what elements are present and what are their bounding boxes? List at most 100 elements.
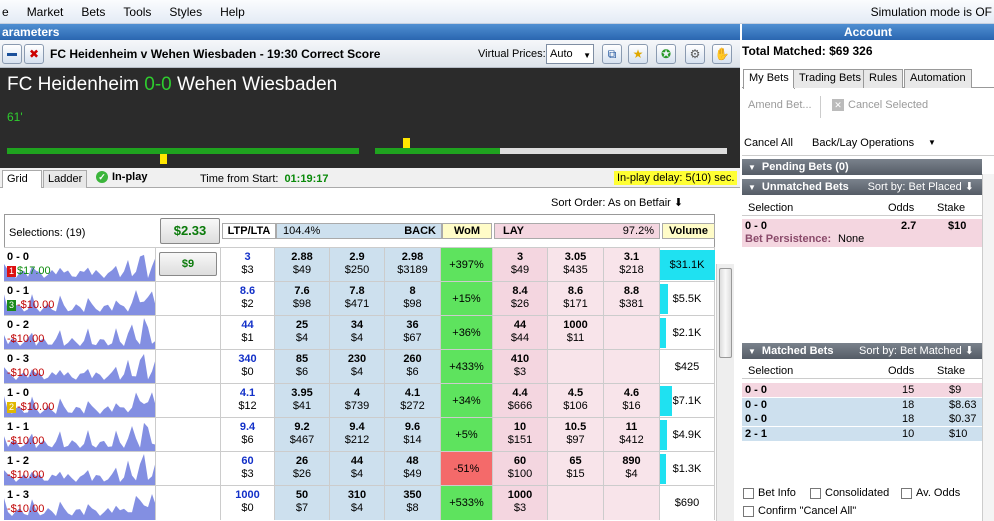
- lay-price-cell[interactable]: 65 $15: [548, 452, 604, 486]
- back-price-cell[interactable]: 8 $98: [385, 282, 441, 316]
- tab-rules[interactable]: Rules: [863, 69, 904, 88]
- selection-name-cell[interactable]: 1 - 2 -$10.00: [4, 452, 156, 486]
- back-price-cell[interactable]: 4.1 $272: [385, 384, 441, 418]
- star-icon[interactable]: ★: [628, 44, 648, 64]
- ltp-cell[interactable]: 8.6 $2: [221, 282, 275, 316]
- back-price-cell[interactable]: 50 $7: [275, 486, 330, 520]
- selection-row[interactable]: 1 - 2 -$10.00 60 $3 26 $26 44 $4 48 $49 -51% 60 $10…: [4, 451, 715, 486]
- ltp-cell[interactable]: 44 $1: [221, 316, 275, 350]
- stake-preset-button[interactable]: $2.33: [160, 218, 220, 244]
- grid-scrollbar-thumb[interactable]: [719, 268, 732, 358]
- amend-bet-button[interactable]: Amend Bet...: [748, 99, 812, 111]
- lay-price-cell[interactable]: 1000 $11: [548, 316, 604, 350]
- selection-name-cell[interactable]: 0 - 1 3 -$10.00: [4, 282, 156, 316]
- lay-price-cell[interactable]: 4.4 $666: [493, 384, 548, 418]
- market-chart-icon[interactable]: ✖: [24, 43, 44, 64]
- bets-scrollbar[interactable]: [982, 174, 994, 521]
- collapse-icon[interactable]: ▬: [2, 43, 22, 64]
- back-price-cell[interactable]: 310 $4: [330, 486, 385, 520]
- back-price-cell[interactable]: 7.6 $98: [275, 282, 330, 316]
- lay-price-cell[interactable]: 410 $3: [493, 350, 548, 384]
- matched-bet-row[interactable]: 0 - 0 18 $0.37: [742, 412, 982, 426]
- unmatched-sort[interactable]: Sort by: Bet Placed ⬇: [868, 179, 974, 195]
- lay-price-cell[interactable]: 1000 $3: [493, 486, 548, 520]
- lay-price-cell[interactable]: [548, 350, 604, 384]
- confirm-cancel-all-checkbox[interactable]: Confirm "Cancel All": [743, 505, 856, 517]
- lay-price-cell[interactable]: 890 $4: [604, 452, 660, 486]
- lay-price-cell[interactable]: 4.5 $106: [548, 384, 604, 418]
- ltp-cell[interactable]: 340 $0: [221, 350, 275, 384]
- menu-styles[interactable]: Styles: [160, 5, 211, 19]
- back-price-cell[interactable]: 26 $26: [275, 452, 330, 486]
- lay-price-cell[interactable]: 3.1 $218: [604, 248, 660, 282]
- back-price-cell[interactable]: 7.8 $471: [330, 282, 385, 316]
- ltp-cell[interactable]: 4.1 $12: [221, 384, 275, 418]
- matched-bets-header[interactable]: ▼ Matched Bets Sort by: Bet Matched ⬇: [742, 343, 982, 359]
- back-price-cell[interactable]: 230 $4: [330, 350, 385, 384]
- unmatched-bet-row[interactable]: 0 - 0 2.7 $10 Bet Persistence: None: [742, 219, 982, 247]
- virtual-prices-select[interactable]: Auto ▼: [546, 44, 594, 64]
- back-price-cell[interactable]: 350 $8: [385, 486, 441, 520]
- back-price-cell[interactable]: 44 $4: [330, 452, 385, 486]
- menu-bets[interactable]: Bets: [72, 5, 114, 19]
- sort-order-selector[interactable]: Sort Order: As on Betfair ⬇: [551, 196, 683, 209]
- back-price-cell[interactable]: 3.95 $41: [275, 384, 330, 418]
- cancel-all-button[interactable]: Cancel All: [744, 137, 793, 149]
- back-lay-operations-button[interactable]: Back/Lay Operations: [812, 137, 914, 149]
- back-price-cell[interactable]: 25 $4: [275, 316, 330, 350]
- matched-bet-row[interactable]: 0 - 0 18 $8.63: [742, 397, 982, 412]
- consolidated-checkbox[interactable]: Consolidated: [810, 487, 889, 499]
- back-price-cell[interactable]: 2.9 $250: [330, 248, 385, 282]
- lay-price-cell[interactable]: [604, 350, 660, 384]
- ltp-cell[interactable]: 9.4 $6: [221, 418, 275, 452]
- selection-row[interactable]: 1 - 1 -$10.00 9.4 $6 9.2 $467 9.4 $212 9.6 $14 +5…: [4, 417, 715, 452]
- selection-name-cell[interactable]: 1 - 1 -$10.00: [4, 418, 156, 452]
- selection-row[interactable]: 0 - 0 1 $17.00 $9 3 $3 2.88 $49 2.9 $250 2.98 $318…: [4, 247, 715, 282]
- menu-market[interactable]: Market: [18, 5, 73, 19]
- unmatched-bets-header[interactable]: ▼ Unmatched Bets Sort by: Bet Placed ⬇: [742, 179, 982, 195]
- back-price-cell[interactable]: 36 $67: [385, 316, 441, 350]
- back-price-cell[interactable]: 85 $6: [275, 350, 330, 384]
- ltp-cell[interactable]: 60 $3: [221, 452, 275, 486]
- hand-icon[interactable]: ✋: [712, 44, 732, 64]
- ltp-cell[interactable]: 1000 $0: [221, 486, 275, 520]
- window-icon[interactable]: ⧉: [602, 44, 622, 64]
- lay-price-cell[interactable]: 10 $151: [493, 418, 548, 452]
- lay-price-cell[interactable]: 8.8 $381: [604, 282, 660, 316]
- gear-icon[interactable]: ⚙: [685, 44, 705, 64]
- matched-sort[interactable]: Sort by: Bet Matched ⬇: [859, 343, 974, 359]
- lay-price-cell[interactable]: 3 $49: [493, 248, 548, 282]
- lay-price-cell[interactable]: 10.5 $97: [548, 418, 604, 452]
- selection-name-cell[interactable]: 1 - 0 2 -$10.00: [4, 384, 156, 418]
- add-favourite-icon[interactable]: ✪: [656, 44, 676, 64]
- cancel-selected-button[interactable]: ✕ Cancel Selected: [832, 99, 928, 111]
- stake-button[interactable]: $9: [159, 252, 217, 276]
- lay-price-cell[interactable]: 4.6 $16: [604, 384, 660, 418]
- lay-price-cell[interactable]: [548, 486, 604, 520]
- tab-ladder[interactable]: Ladder: [43, 170, 87, 188]
- lay-price-cell[interactable]: 44 $44: [493, 316, 548, 350]
- ltp-cell[interactable]: 3 $3: [221, 248, 275, 282]
- back-price-cell[interactable]: 9.2 $467: [275, 418, 330, 452]
- selection-row[interactable]: 0 - 3 -$10.00 340 $0 85 $6 230 $4 260 $6 +433% 410…: [4, 349, 715, 384]
- tab-grid[interactable]: Grid: [2, 170, 42, 188]
- back-price-cell[interactable]: 260 $6: [385, 350, 441, 384]
- pending-bets-header[interactable]: ▼ Pending Bets (0): [742, 159, 982, 175]
- lay-price-cell[interactable]: 8.4 $26: [493, 282, 548, 316]
- back-price-cell[interactable]: 34 $4: [330, 316, 385, 350]
- selection-row[interactable]: 1 - 0 2 -$10.00 4.1 $12 3.95 $41 4 $739 4.1 $272 +…: [4, 383, 715, 418]
- grid-scrollbar[interactable]: [716, 264, 734, 521]
- back-price-cell[interactable]: 48 $49: [385, 452, 441, 486]
- menu-file[interactable]: e: [0, 5, 18, 19]
- menu-tools[interactable]: Tools: [114, 5, 160, 19]
- back-price-cell[interactable]: 2.88 $49: [275, 248, 330, 282]
- matched-bet-row[interactable]: 2 - 1 10 $10: [742, 426, 982, 441]
- lay-price-cell[interactable]: 8.6 $171: [548, 282, 604, 316]
- selection-row[interactable]: 0 - 2 -$10.00 44 $1 25 $4 34 $4 36 $67 +36% 44 $44 1…: [4, 315, 715, 350]
- lay-price-cell[interactable]: [604, 486, 660, 520]
- bet-info-checkbox[interactable]: Bet Info: [743, 487, 796, 499]
- selection-name-cell[interactable]: 0 - 0 1 $17.00: [4, 248, 156, 282]
- selection-row[interactable]: 1 - 3 -$10.00 1000 $0 50 $7 310 $4 350 $8 +533% 10…: [4, 485, 715, 520]
- back-price-cell[interactable]: 9.4 $212: [330, 418, 385, 452]
- tab-trading-bets[interactable]: Trading Bets: [793, 69, 867, 88]
